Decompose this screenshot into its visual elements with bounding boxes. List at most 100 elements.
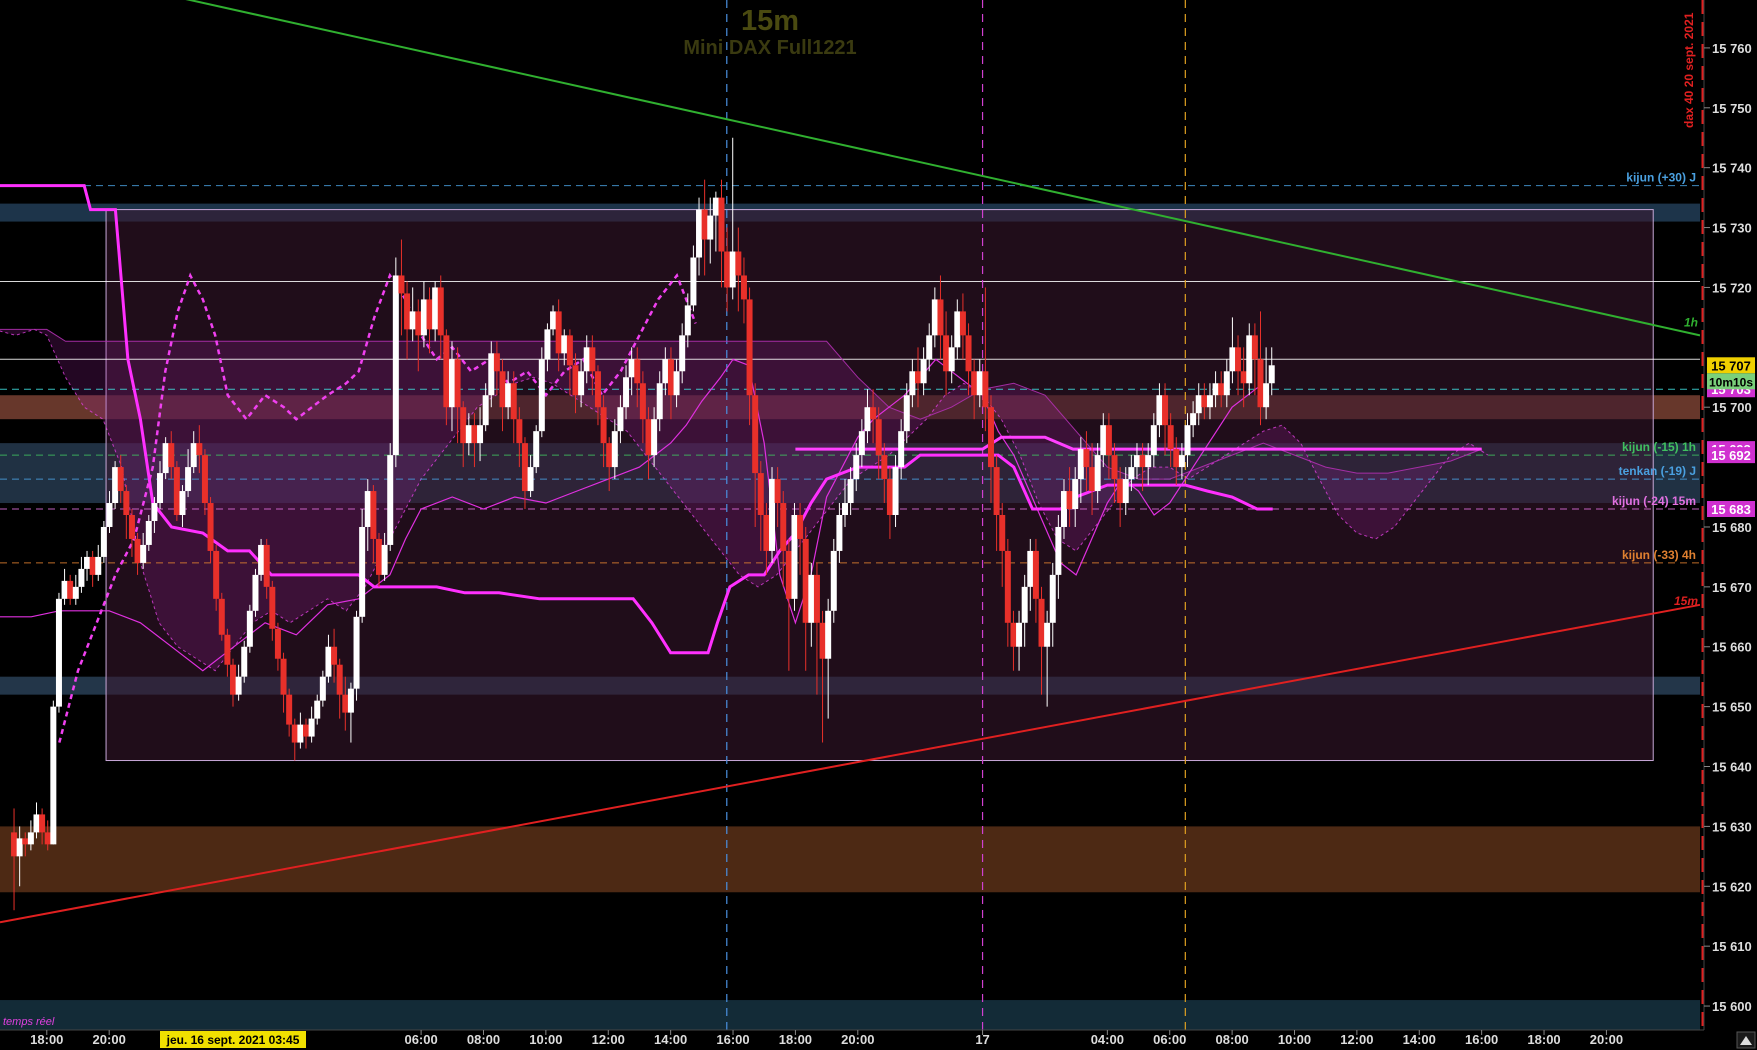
- candle[interactable]: [39, 814, 46, 833]
- candle[interactable]: [1133, 455, 1140, 468]
- candle[interactable]: [864, 407, 871, 432]
- candle[interactable]: [1235, 347, 1242, 372]
- candle[interactable]: [847, 479, 854, 504]
- candle[interactable]: [538, 359, 545, 432]
- candle[interactable]: [128, 515, 135, 539]
- candle[interactable]: [662, 359, 669, 384]
- candle[interactable]: [342, 694, 349, 713]
- candle[interactable]: [297, 724, 304, 743]
- candle[interactable]: [696, 209, 703, 258]
- candle[interactable]: [286, 694, 293, 725]
- candle[interactable]: [533, 431, 540, 468]
- candle[interactable]: [11, 832, 18, 857]
- candle[interactable]: [729, 251, 736, 288]
- candle[interactable]: [157, 473, 164, 504]
- candle[interactable]: [521, 443, 528, 492]
- candle[interactable]: [510, 383, 517, 420]
- candle[interactable]: [740, 275, 747, 300]
- candle[interactable]: [623, 377, 630, 408]
- candle[interactable]: [959, 311, 966, 336]
- candle[interactable]: [1190, 413, 1197, 426]
- candle[interactable]: [1111, 455, 1118, 480]
- candle[interactable]: [886, 479, 893, 515]
- candle[interactable]: [1257, 359, 1264, 408]
- candle[interactable]: [544, 329, 551, 360]
- candle[interactable]: [241, 646, 248, 677]
- candle[interactable]: [325, 646, 332, 677]
- candle[interactable]: [1077, 449, 1084, 480]
- candle[interactable]: [162, 443, 169, 474]
- candle[interactable]: [460, 407, 467, 444]
- candle[interactable]: [684, 305, 691, 336]
- candle[interactable]: [22, 838, 29, 845]
- candle[interactable]: [1229, 347, 1236, 372]
- candle[interactable]: [303, 724, 309, 737]
- candle[interactable]: [499, 371, 506, 408]
- candle[interactable]: [1044, 622, 1051, 647]
- candle[interactable]: [213, 550, 220, 599]
- candle[interactable]: [943, 335, 950, 372]
- candle[interactable]: [50, 706, 57, 845]
- candle[interactable]: [1049, 574, 1056, 623]
- candle[interactable]: [280, 658, 287, 695]
- candle[interactable]: [791, 515, 798, 599]
- candle[interactable]: [1128, 467, 1135, 480]
- candle[interactable]: [735, 251, 742, 276]
- candle[interactable]: [903, 395, 910, 432]
- candle[interactable]: [55, 598, 62, 707]
- candle[interactable]: [667, 359, 674, 396]
- candle[interactable]: [993, 467, 1000, 515]
- candle[interactable]: [1150, 425, 1157, 456]
- candle[interactable]: [1021, 586, 1028, 623]
- candle[interactable]: [84, 556, 91, 569]
- candle[interactable]: [1246, 335, 1253, 384]
- candle[interactable]: [1055, 526, 1062, 575]
- candle[interactable]: [482, 395, 489, 426]
- candle[interactable]: [168, 443, 175, 468]
- candle[interactable]: [1218, 383, 1225, 396]
- candle[interactable]: [1162, 395, 1169, 426]
- candle[interactable]: [830, 550, 837, 611]
- candle[interactable]: [746, 299, 753, 396]
- trading-chart[interactable]: kijun (+30) J kijun (-15) 1h tenkan (-19) …: [0, 0, 1757, 1050]
- candle[interactable]: [628, 359, 635, 378]
- candle[interactable]: [381, 544, 388, 575]
- candle[interactable]: [1223, 371, 1230, 396]
- candle[interactable]: [1105, 425, 1112, 456]
- candle[interactable]: [190, 443, 197, 468]
- candle[interactable]: [1167, 425, 1174, 450]
- candle[interactable]: [398, 275, 405, 294]
- candle[interactable]: [336, 664, 343, 695]
- candle[interactable]: [179, 491, 186, 515]
- candle[interactable]: [106, 503, 113, 527]
- candle[interactable]: [33, 814, 40, 833]
- candle[interactable]: [651, 419, 658, 456]
- candle[interactable]: [1060, 491, 1067, 527]
- candle[interactable]: [415, 311, 422, 336]
- candle[interactable]: [769, 479, 776, 551]
- candle[interactable]: [926, 335, 933, 360]
- candle[interactable]: [263, 544, 270, 587]
- candle[interactable]: [583, 347, 590, 372]
- candle[interactable]: [954, 311, 961, 348]
- candle[interactable]: [617, 407, 624, 432]
- candle[interactable]: [477, 425, 484, 444]
- candle[interactable]: [16, 838, 23, 857]
- candle[interactable]: [718, 197, 725, 252]
- candle[interactable]: [594, 371, 601, 408]
- candle[interactable]: [347, 688, 354, 713]
- candle[interactable]: [230, 664, 237, 695]
- candle[interactable]: [813, 574, 820, 623]
- candle[interactable]: [448, 359, 455, 408]
- candle[interactable]: [1195, 395, 1202, 414]
- candle[interactable]: [808, 574, 815, 623]
- candle[interactable]: [375, 538, 382, 575]
- candle[interactable]: [965, 335, 972, 372]
- candle[interactable]: [774, 479, 781, 504]
- candle[interactable]: [724, 251, 731, 288]
- candle[interactable]: [331, 646, 338, 665]
- candle[interactable]: [606, 443, 613, 468]
- candle[interactable]: [404, 293, 411, 330]
- candle[interactable]: [505, 383, 512, 408]
- candle[interactable]: [1139, 455, 1146, 468]
